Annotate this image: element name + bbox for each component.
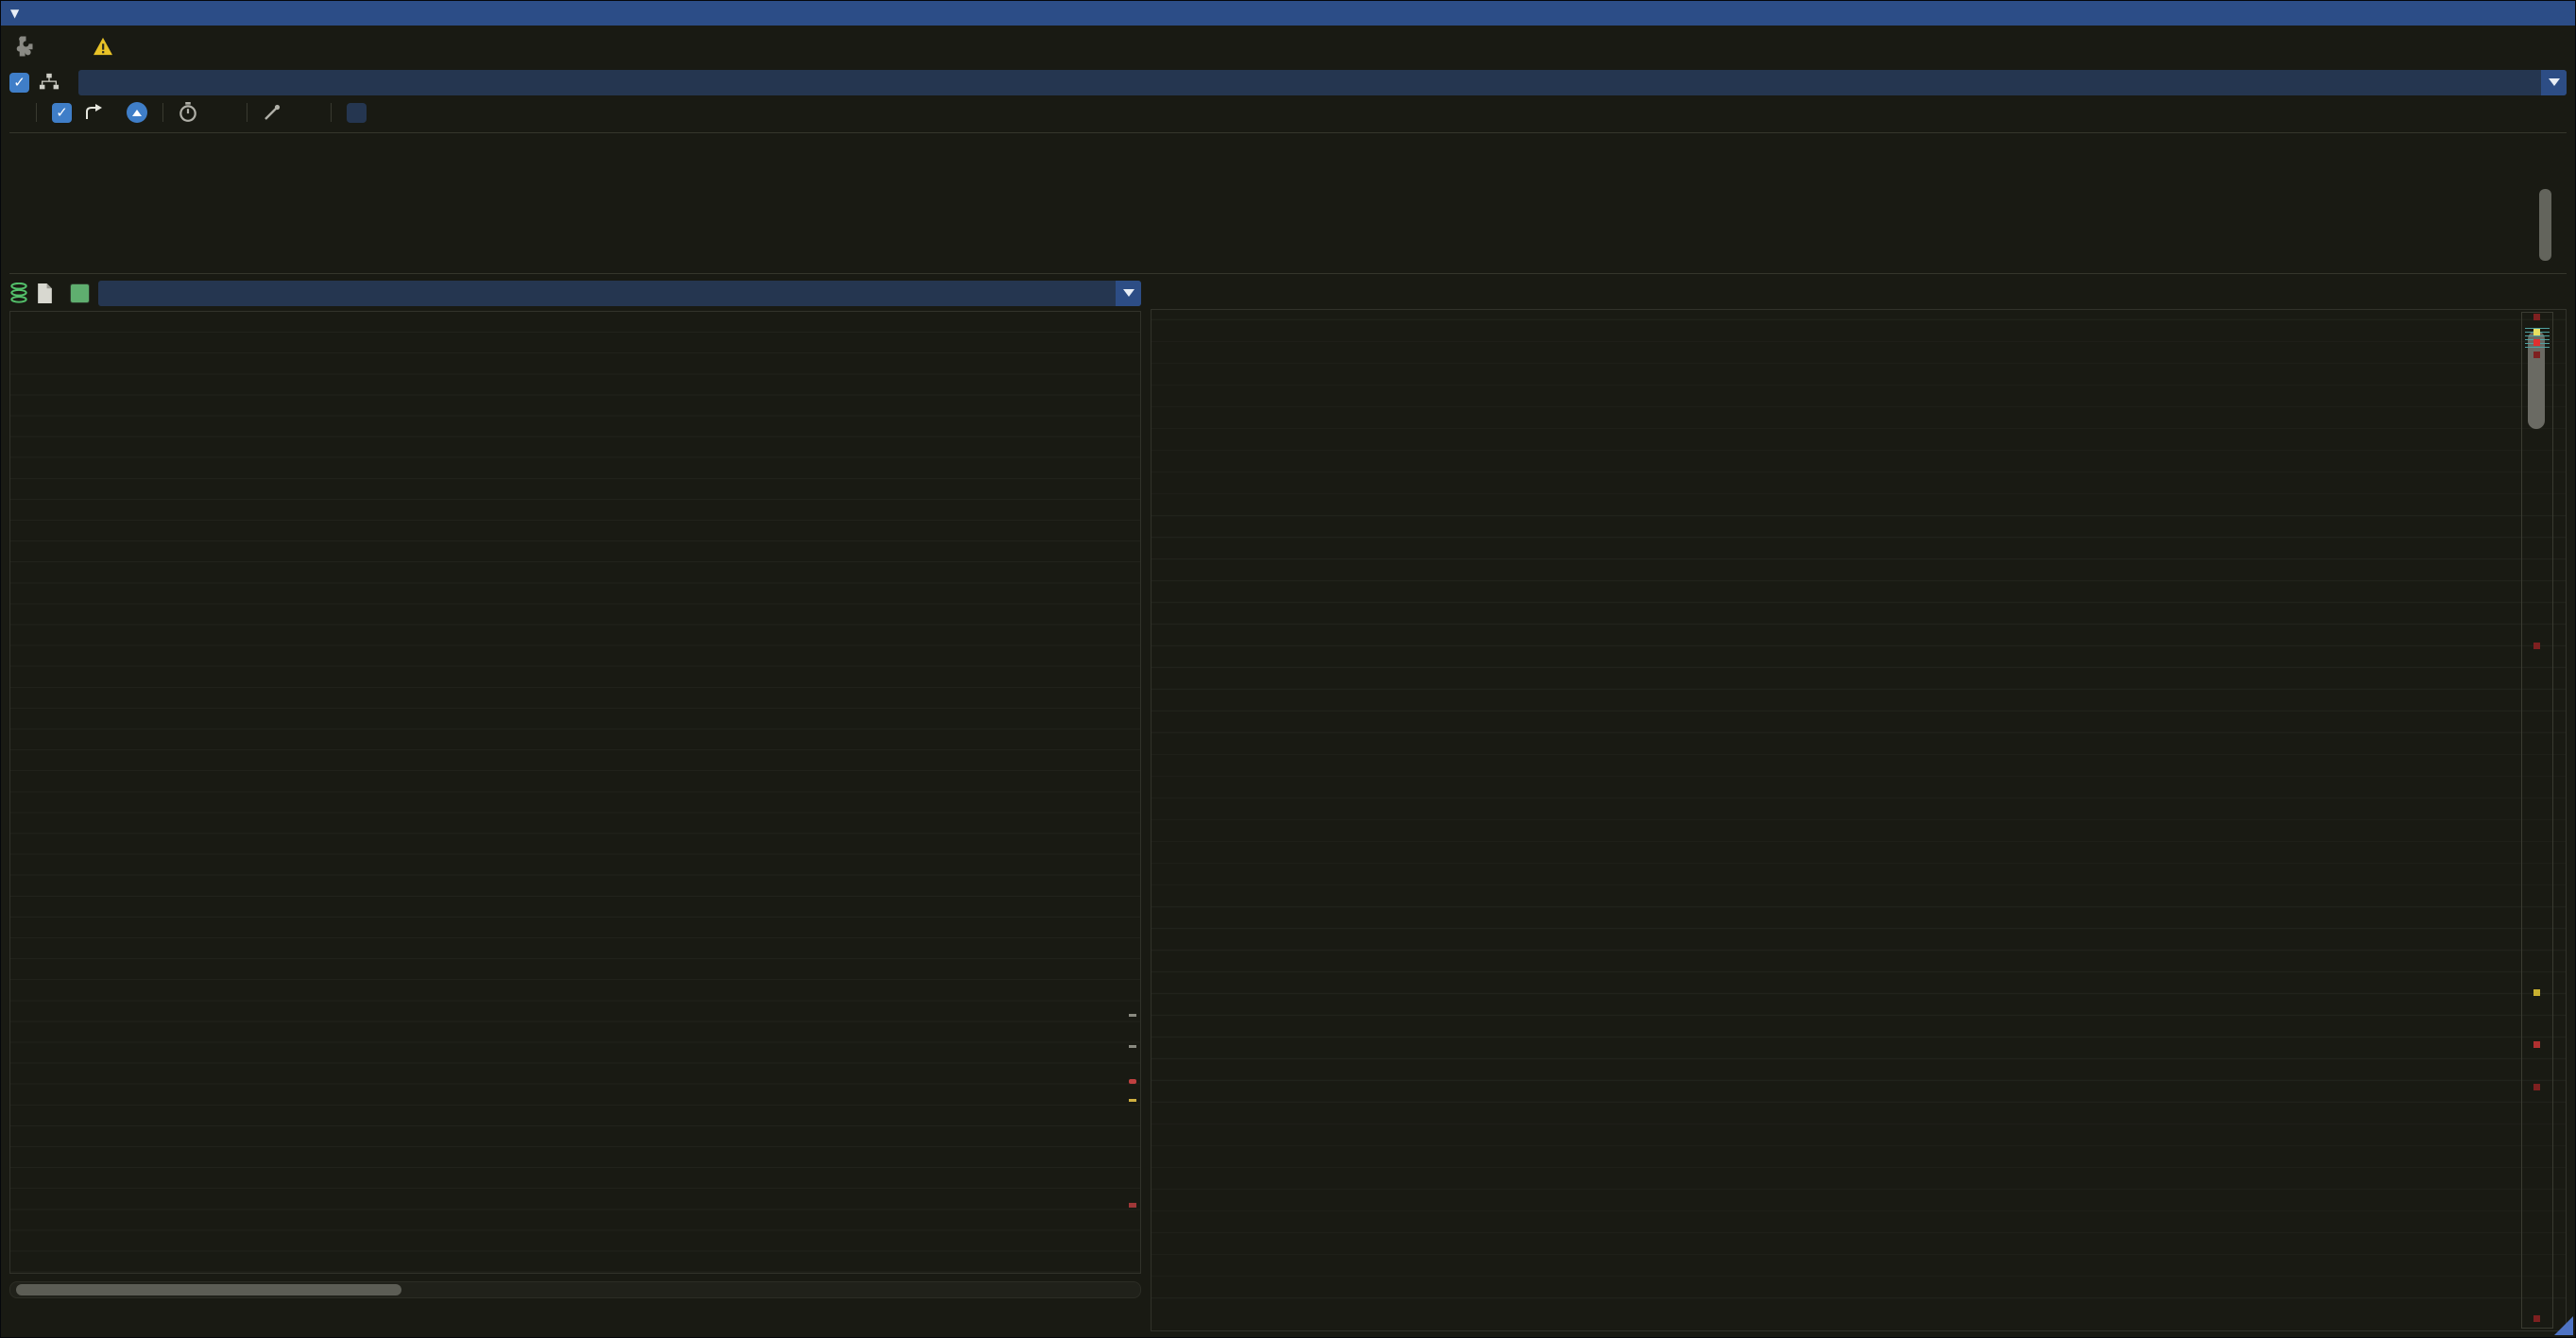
titlebar[interactable]: ▼ <box>1 1 2575 26</box>
assembly-table-wrap <box>1151 309 2567 1331</box>
assembly-pane <box>1151 279 2567 1329</box>
file-combo[interactable] <box>98 281 1141 306</box>
file-color-chip <box>70 283 90 303</box>
child-calls-scrollbar[interactable] <box>2539 189 2551 261</box>
function-combo-arrow[interactable] <box>2541 70 2567 95</box>
source-hscroll-thumb[interactable] <box>16 1284 401 1295</box>
assembly-scrollbar[interactable] <box>2521 312 2553 1329</box>
file-row <box>9 279 1141 307</box>
child-calls-up-button[interactable] <box>127 102 147 123</box>
child-calls-icon <box>83 103 104 122</box>
stopwatch-icon <box>179 102 197 123</box>
source-view-window: ▼ ✓ ✓ <box>0 0 2576 1338</box>
panes <box>9 279 2567 1329</box>
separator <box>9 132 2567 133</box>
child-calls-checkbox[interactable]: ✓ <box>52 103 72 123</box>
function-checkbox[interactable]: ✓ <box>9 73 29 93</box>
function-tree-icon <box>39 73 60 92</box>
assembly-toolbar <box>1151 279 2567 307</box>
content: ✓ ✓ <box>9 26 2567 1329</box>
database-icon <box>9 283 28 303</box>
warning-icon <box>93 37 113 56</box>
assembly-scrollbar-track[interactable] <box>2521 312 2553 1329</box>
mode-row: ✓ <box>9 97 2567 128</box>
limit-range-checkbox[interactable] <box>347 103 367 123</box>
samples-icon <box>263 103 281 122</box>
source-horizontal-scrollbar[interactable] <box>9 1281 1141 1298</box>
source-code-table[interactable] <box>9 311 1141 1274</box>
file-combo-arrow[interactable] <box>1116 281 1141 306</box>
child-call-distribution <box>9 138 2567 268</box>
window-resize-handle[interactable] <box>2554 1316 2573 1335</box>
function-row: ✓ <box>9 67 2567 97</box>
puzzle-icon <box>9 33 36 60</box>
source-pane <box>9 279 1141 1329</box>
symbol-row <box>9 26 2567 67</box>
file-icon <box>37 283 53 303</box>
collapse-triangle-icon[interactable]: ▼ <box>10 7 19 20</box>
separator <box>9 273 2567 274</box>
source-scroll-marks <box>1127 312 1139 1272</box>
function-combo[interactable] <box>78 70 2567 95</box>
